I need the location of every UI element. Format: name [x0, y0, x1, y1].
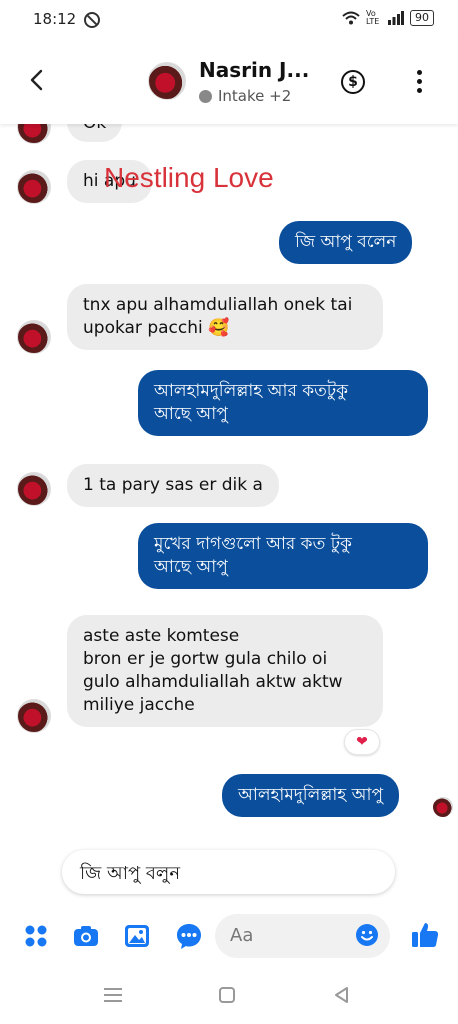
message-input-placeholder: Aa: [230, 925, 254, 946]
message-outgoing[interactable]: জি আপু বলেন: [279, 221, 413, 264]
message-composer: Aa: [0, 906, 458, 964]
recent-apps-icon[interactable]: [104, 988, 122, 1002]
message-text-line: tnx apu alhamduliallah onek tai: [83, 295, 353, 315]
message-outgoing[interactable]: মুখের দাগগুলো আর কত টুকু আছে আপু: [138, 523, 428, 589]
sender-avatar[interactable]: [17, 472, 51, 506]
message-text-line: আছে আপু: [154, 404, 228, 424]
suggested-reply[interactable]: জি আপু বলুন: [62, 850, 395, 894]
message-text: Ok: [83, 124, 106, 133]
message-text-line: মুখের দাগগুলো আর কত টুকু: [154, 534, 352, 554]
message-incoming[interactable]: aste aste komtese bron er je gortw gula …: [67, 615, 383, 727]
contact-status-text: Intake +2: [218, 87, 292, 105]
message-outgoing[interactable]: আলহামদুলিল্লাহ আপু: [222, 774, 399, 817]
message-text-line: আলহামদুলিল্লাহ আর কতটুকু: [154, 381, 349, 401]
message-incoming[interactable]: Ok: [67, 124, 123, 142]
network-label: Vo LTE: [366, 9, 380, 26]
signal-icon: [388, 11, 404, 25]
chat-header: Nasrin J... Intake +2 $: [0, 40, 458, 124]
gallery-icon[interactable]: [123, 922, 151, 950]
message-input[interactable]: Aa: [215, 914, 390, 958]
sender-avatar[interactable]: [17, 124, 51, 144]
message-text-line: আছে আপু: [154, 557, 228, 577]
emoji-icon[interactable]: [355, 923, 379, 947]
contact-status: Intake +2: [199, 87, 291, 105]
camera-icon[interactable]: [72, 922, 100, 950]
thumbs-up-icon[interactable]: [410, 920, 440, 950]
status-bar: 18:12 Vo LTE 90: [0, 0, 458, 40]
message-text-line: miliye jacche: [83, 695, 195, 715]
status-time: 18:12: [33, 10, 77, 28]
wifi-icon: [342, 11, 360, 25]
message-text-line: gulo alhamduliallah aktw aktw: [83, 672, 343, 692]
system-nav-bar: [0, 970, 458, 1024]
contact-name[interactable]: Nasrin J...: [199, 58, 309, 82]
back-arrow-icon[interactable]: [24, 66, 52, 94]
battery-icon: 90: [410, 10, 434, 26]
sender-avatar[interactable]: [17, 170, 51, 204]
dollar-icon[interactable]: $: [341, 70, 365, 94]
sender-avatar[interactable]: [17, 699, 51, 733]
nav-back-icon[interactable]: [332, 985, 352, 1005]
presence-dot-icon: [199, 89, 212, 103]
message-outgoing[interactable]: আলহামদুলিল্লাহ আর কতটুকু আছে আপু: [138, 370, 428, 436]
status-indicators: Vo LTE 90: [342, 10, 434, 26]
message-text-line: aste aste komtese: [83, 626, 240, 646]
heart-reaction[interactable]: ❤: [344, 729, 380, 755]
message-text: জি আপু বলেন: [295, 232, 397, 252]
home-icon[interactable]: [219, 987, 235, 1003]
message-text-line: upokar pacchi 🥰: [83, 318, 230, 338]
message-text: আলহামদুলিল্লাহ আপু: [238, 785, 383, 805]
message-list[interactable]: Ok hi apu Nestling Love জি আপু বলেন tnx …: [0, 124, 458, 904]
message-text: 1 ta pary sas er dik a: [83, 475, 263, 495]
sender-avatar[interactable]: [17, 320, 51, 354]
watermark-text: Nestling Love: [104, 162, 274, 193]
contact-avatar[interactable]: [148, 62, 186, 100]
more-icon[interactable]: [416, 70, 422, 94]
message-incoming[interactable]: tnx apu alhamduliallah onek tai upokar p…: [67, 284, 383, 350]
messenger-chat-icon[interactable]: [175, 922, 203, 950]
message-text-line: bron er je gortw gula chilo oi: [83, 649, 328, 669]
message-incoming[interactable]: 1 ta pary sas er dik a: [67, 464, 279, 507]
do-not-disturb-icon: [84, 12, 100, 28]
apps-icon[interactable]: [22, 922, 50, 950]
seen-receipt-avatar: [433, 797, 453, 817]
